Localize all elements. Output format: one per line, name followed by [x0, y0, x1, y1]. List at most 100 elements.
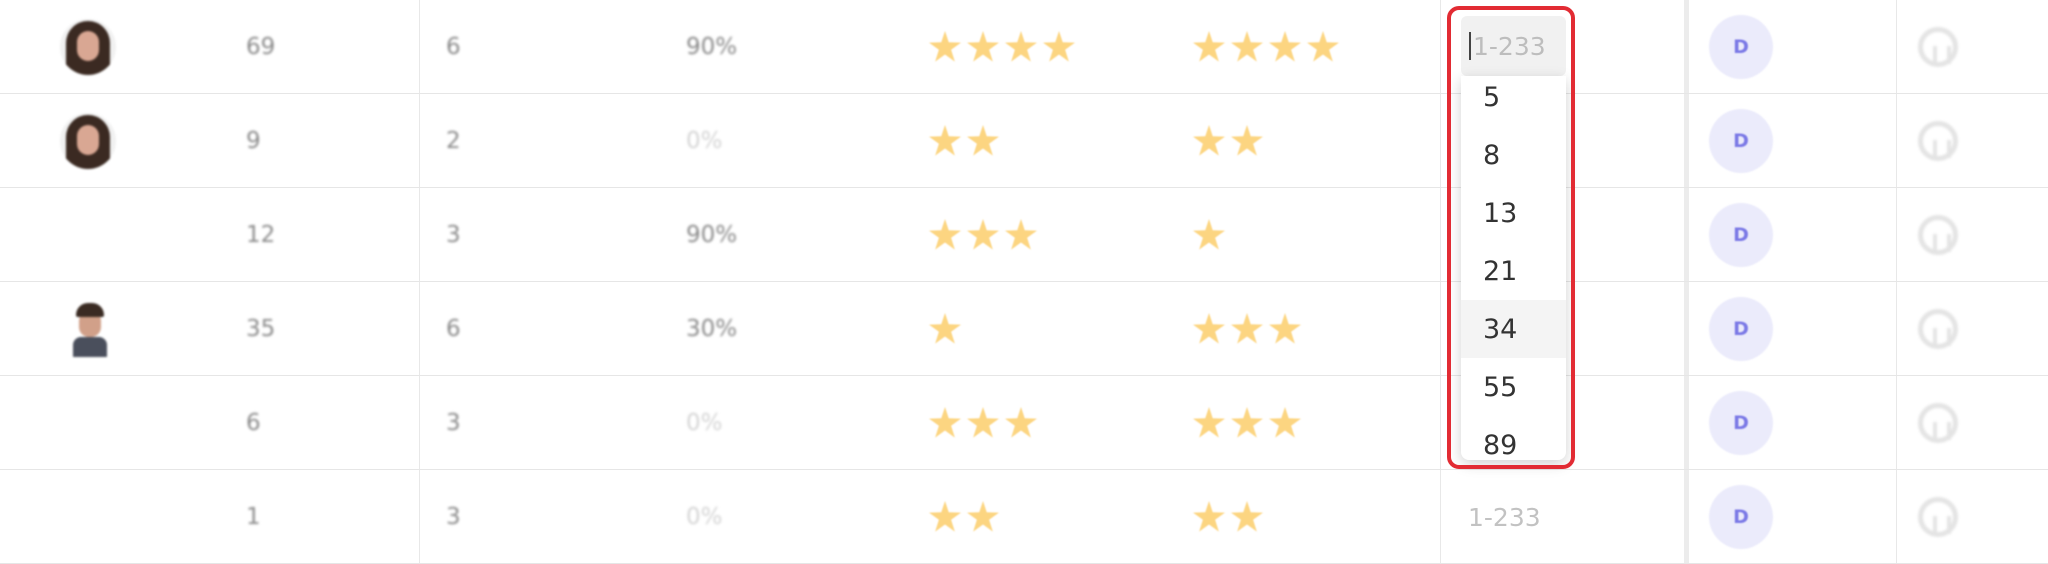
star-icon[interactable] — [1231, 31, 1263, 62]
range-editor[interactable] — [1461, 16, 1566, 76]
star-icon[interactable] — [929, 31, 961, 62]
star-icon[interactable] — [1193, 219, 1225, 250]
star-icon[interactable] — [967, 219, 999, 250]
badge-letter: D — [1733, 224, 1749, 246]
table-row[interactable]: 12 3 90% D — [0, 188, 2048, 282]
table-row[interactable]: 6 3 0% D — [0, 376, 2048, 470]
star-icon[interactable] — [1005, 219, 1037, 250]
github-icon[interactable] — [1918, 309, 1958, 349]
count-value: 1 — [246, 504, 261, 530]
rating-stars-a[interactable] — [928, 406, 1038, 440]
avatar-cell — [60, 0, 116, 94]
level-value: 3 — [446, 504, 461, 530]
star-icon[interactable] — [929, 313, 961, 344]
star-icon[interactable] — [1231, 313, 1263, 344]
rate-value: 0% — [686, 504, 723, 530]
status-badge: D — [1709, 15, 1773, 79]
count-value: 69 — [246, 34, 276, 60]
star-icon[interactable] — [1005, 407, 1037, 438]
github-icon[interactable] — [1918, 497, 1958, 537]
data-grid: 69 6 90% D 9 2 0% D 12 3 90% D 35 6 30% … — [0, 0, 2048, 564]
avatar — [70, 301, 110, 357]
star-icon[interactable] — [929, 407, 961, 438]
dropdown-option[interactable]: 13 — [1461, 184, 1566, 242]
star-icon[interactable] — [967, 501, 999, 532]
star-icon[interactable] — [1043, 31, 1075, 62]
star-icon[interactable] — [1005, 31, 1037, 62]
count-value: 35 — [246, 316, 276, 342]
star-icon[interactable] — [1269, 31, 1301, 62]
dropdown-option[interactable]: 5 — [1461, 76, 1566, 126]
star-icon[interactable] — [929, 219, 961, 250]
avatar-cell — [70, 282, 110, 376]
level-value: 2 — [446, 128, 461, 154]
star-icon[interactable] — [1231, 501, 1263, 532]
github-icon[interactable] — [1918, 215, 1958, 255]
rating-stars-a[interactable] — [928, 30, 1076, 64]
count-value: 9 — [246, 128, 261, 154]
level-value: 3 — [446, 410, 461, 436]
star-icon[interactable] — [1307, 31, 1339, 62]
table-row[interactable]: 1 3 0% 1-233 D — [0, 470, 2048, 564]
range-input-placeholder[interactable]: 1-233 — [1468, 503, 1541, 532]
avatar — [60, 113, 116, 169]
status-badge: D — [1709, 203, 1773, 267]
count-value: 6 — [246, 410, 261, 436]
rate-value: 90% — [686, 34, 738, 60]
dropdown-option[interactable]: 8 — [1461, 126, 1566, 184]
status-badge: D — [1709, 485, 1773, 549]
rating-stars-a[interactable] — [928, 500, 1000, 534]
rating-stars-a[interactable] — [928, 124, 1000, 158]
level-value: 6 — [446, 34, 461, 60]
rating-stars-b[interactable] — [1192, 30, 1340, 64]
rating-stars-b[interactable] — [1192, 218, 1226, 252]
rating-stars-b[interactable] — [1192, 500, 1264, 534]
dropdown-option-hovered[interactable]: 34 — [1461, 300, 1566, 358]
range-dropdown[interactable]: 5 8 13 21 34 55 89 — [1461, 76, 1566, 460]
badge-letter: D — [1733, 318, 1749, 340]
table-row[interactable]: 69 6 90% D — [0, 0, 2048, 94]
dropdown-option[interactable]: 55 — [1461, 358, 1566, 416]
level-value: 3 — [446, 222, 461, 248]
table-row[interactable]: 35 6 30% D — [0, 282, 2048, 376]
star-icon[interactable] — [1193, 501, 1225, 532]
dropdown-option[interactable]: 21 — [1461, 242, 1566, 300]
rating-stars-b[interactable] — [1192, 124, 1264, 158]
star-icon[interactable] — [1231, 125, 1263, 156]
star-icon[interactable] — [1231, 407, 1263, 438]
github-icon[interactable] — [1918, 121, 1958, 161]
range-input[interactable] — [1473, 31, 1563, 61]
star-icon[interactable] — [1193, 313, 1225, 344]
dropdown-option[interactable]: 89 — [1461, 416, 1566, 461]
badge-letter: D — [1733, 36, 1749, 58]
rate-value: 0% — [686, 410, 723, 436]
rate-value: 90% — [686, 222, 738, 248]
count-value: 12 — [246, 222, 276, 248]
star-icon[interactable] — [1193, 125, 1225, 156]
table-row[interactable]: 9 2 0% D — [0, 94, 2048, 188]
rating-stars-b[interactable] — [1192, 406, 1302, 440]
status-badge: D — [1709, 391, 1773, 455]
rate-value: 0% — [686, 128, 723, 154]
star-icon[interactable] — [967, 407, 999, 438]
star-icon[interactable] — [967, 125, 999, 156]
star-icon[interactable] — [929, 125, 961, 156]
star-icon[interactable] — [1269, 313, 1301, 344]
badge-letter: D — [1733, 130, 1749, 152]
badge-letter: D — [1733, 506, 1749, 528]
star-icon[interactable] — [1193, 407, 1225, 438]
avatar — [60, 19, 116, 75]
rate-value: 30% — [686, 316, 738, 342]
rating-stars-a[interactable] — [928, 218, 1038, 252]
star-icon[interactable] — [929, 501, 961, 532]
rating-stars-a[interactable] — [928, 312, 962, 346]
github-icon[interactable] — [1918, 27, 1958, 67]
text-caret — [1469, 32, 1471, 60]
status-badge: D — [1709, 297, 1773, 361]
github-icon[interactable] — [1918, 403, 1958, 443]
star-icon[interactable] — [1269, 407, 1301, 438]
star-icon[interactable] — [1193, 31, 1225, 62]
rating-stars-b[interactable] — [1192, 312, 1302, 346]
star-icon[interactable] — [967, 31, 999, 62]
avatar-cell — [60, 94, 116, 188]
